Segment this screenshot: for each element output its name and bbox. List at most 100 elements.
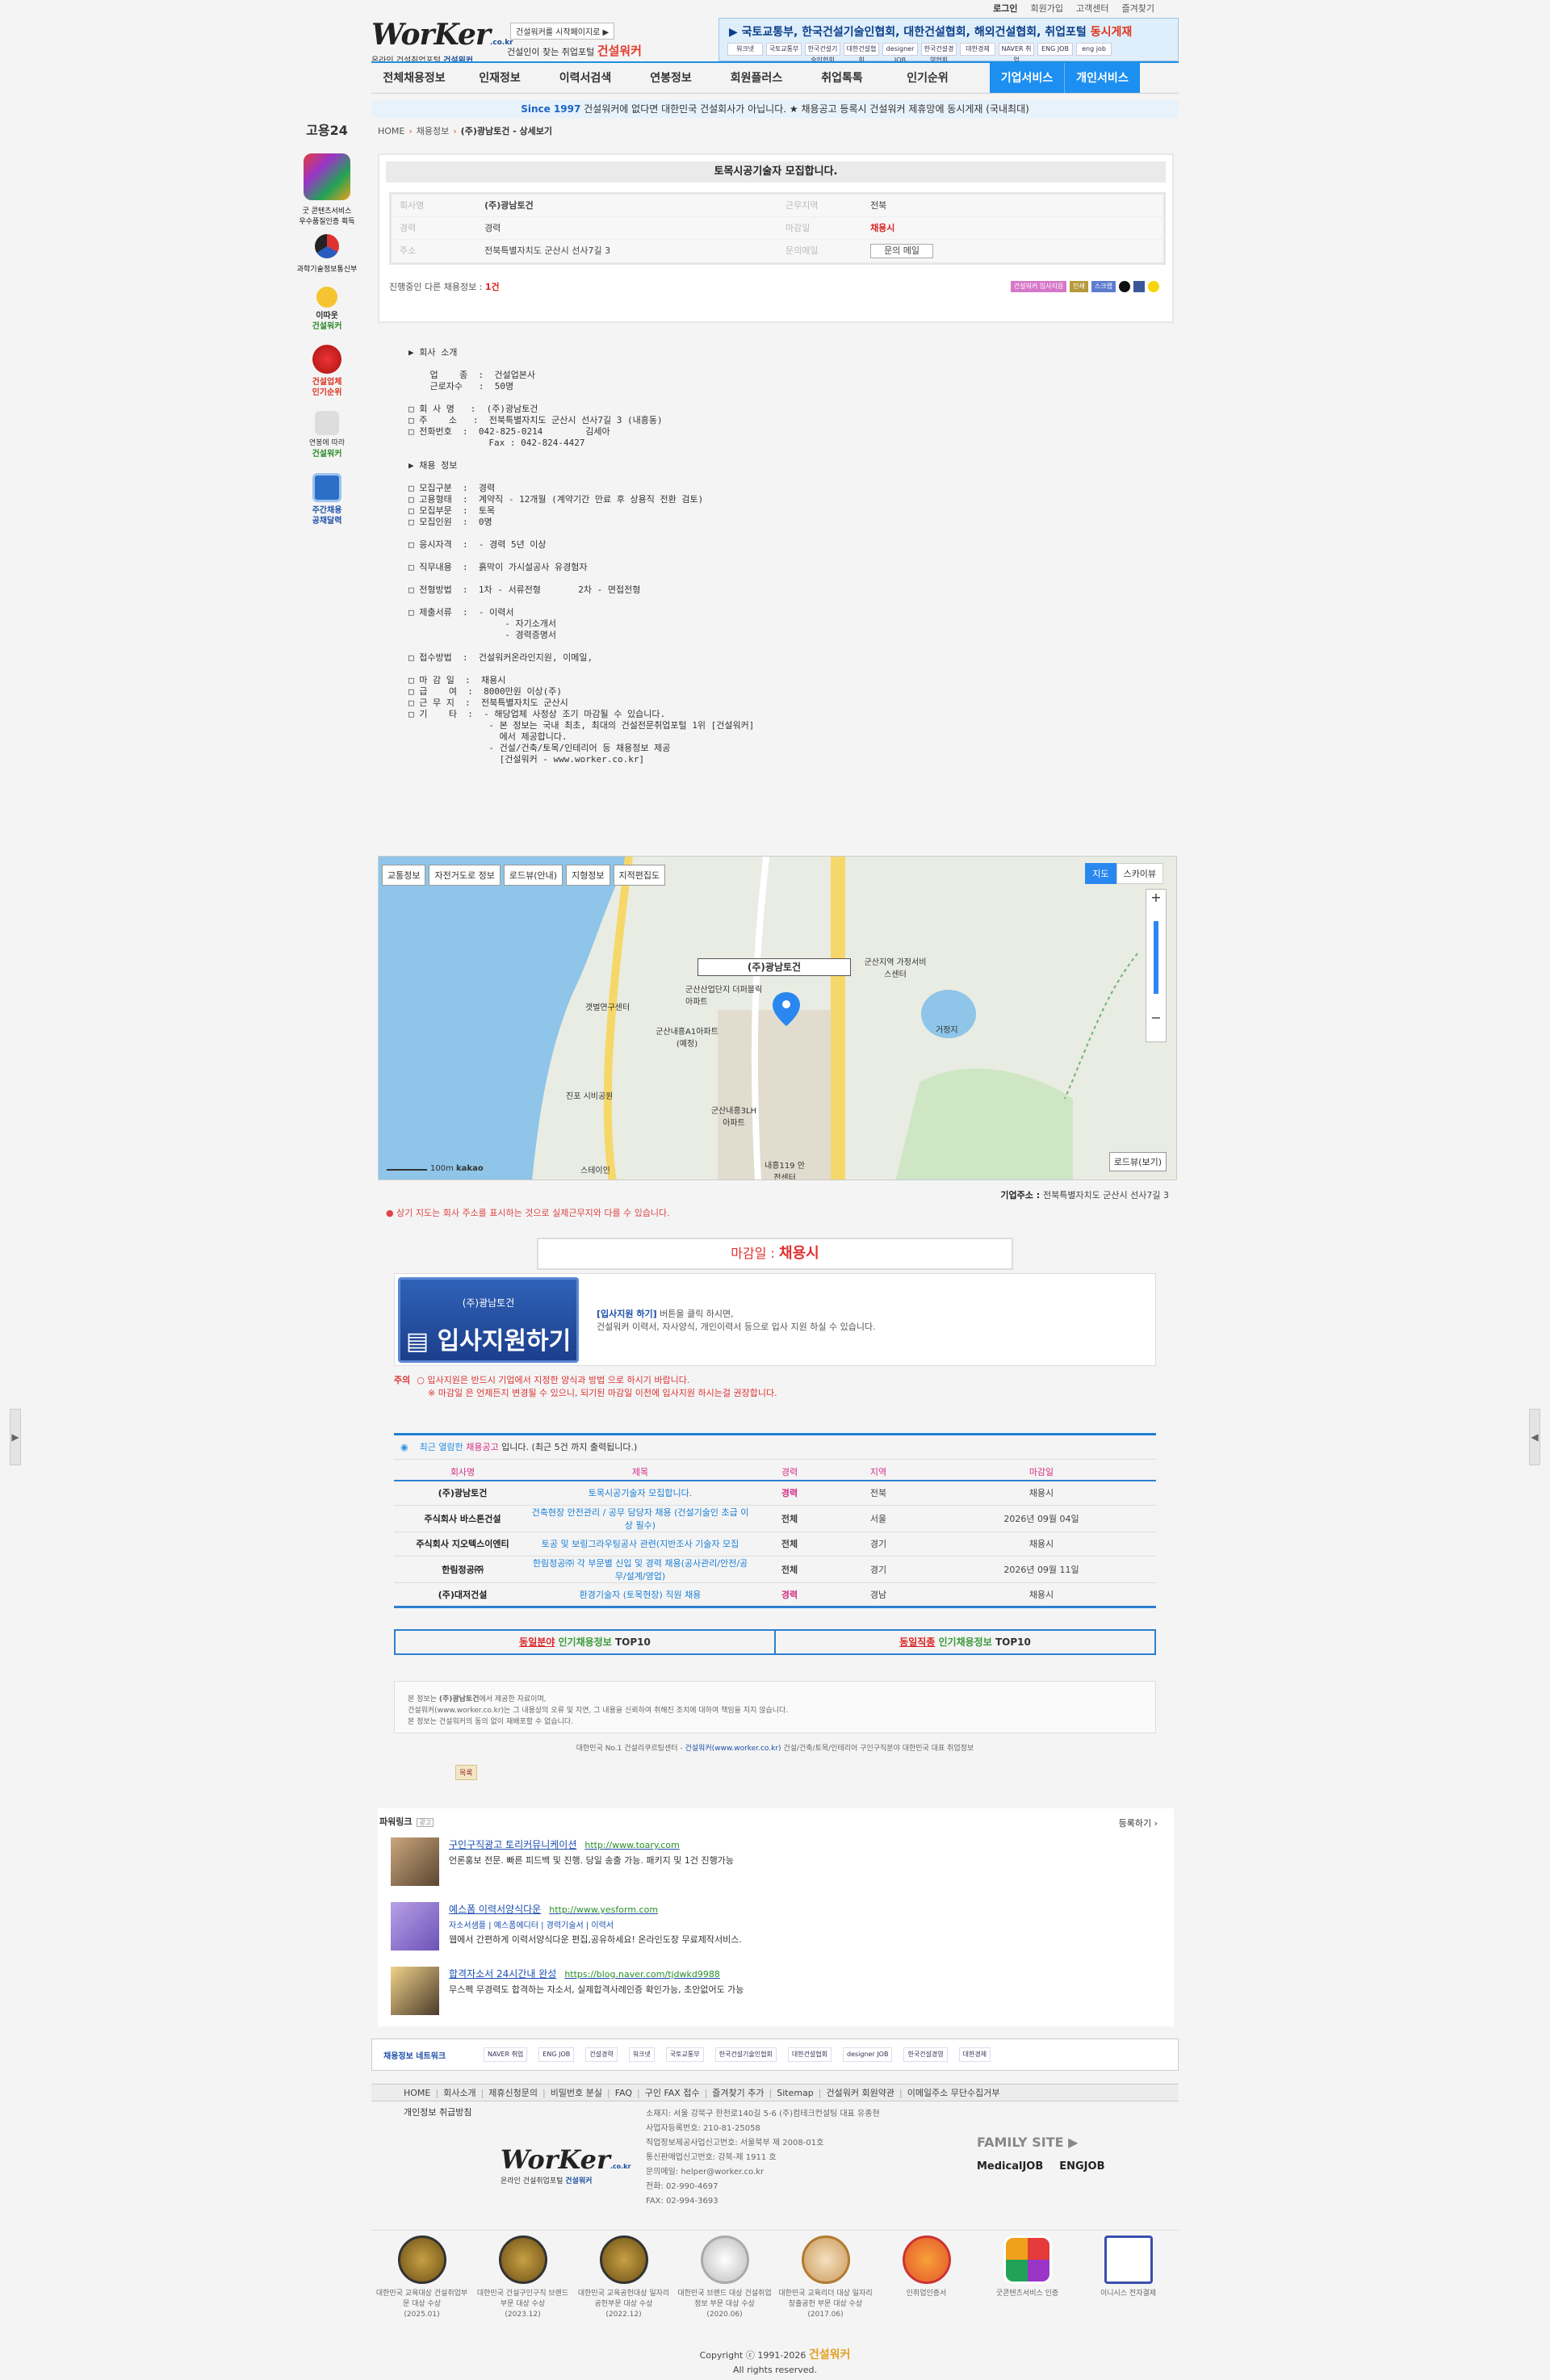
same-field-top10-tab[interactable]: 동일분야 인기채용정보 TOP10 (396, 1631, 776, 1653)
roadview-guide-button[interactable]: 로드뷰(안내) (503, 865, 563, 886)
ad-thumbnail[interactable] (391, 1967, 439, 2015)
row-company[interactable]: (주)광남토건 (394, 1481, 531, 1506)
nav-corporate-service[interactable]: 기업서비스 (990, 63, 1064, 93)
left-scroll-arrow-icon[interactable]: ▶ (10, 1409, 21, 1465)
login-link[interactable]: 로그인 (993, 2, 1017, 15)
partner-banner[interactable]: ▶ 국토교통부, 한국건설기술인협회, 대한건설협회, 해외건설협회, 취업포털… (718, 18, 1179, 64)
cadastral-layer-button[interactable]: 지적편집도 (613, 865, 666, 886)
inquiry-mail-button[interactable]: 문의 메일 (870, 244, 934, 258)
footer-link[interactable]: HOME (404, 2088, 430, 2098)
row-company[interactable]: 주식회사 지오텍스이엔티 (394, 1531, 531, 1557)
family-site-label[interactable]: FAMILY SITE ▶ (977, 2135, 1078, 2150)
table-row[interactable]: 한림정공㈜ 한림정공㈜ 각 부문별 신입 및 경력 채용(공사관리/안전/공무/… (394, 1556, 1156, 1583)
row-title[interactable]: 건축현장 안전관리 / 공무 담당자 채용 (건설기술인 초급 이상 필수) (531, 1505, 749, 1532)
partner-logo[interactable]: 대한경제 (958, 2047, 991, 2062)
who-label[interactable]: 이따웃 건설워커 (287, 311, 367, 332)
roadview-button[interactable]: 로드뷰(보기) (1108, 1152, 1167, 1171)
nav-talent[interactable]: 인재정보 (457, 63, 542, 93)
ad-register-link[interactable]: 등록하기 › (1119, 1816, 1158, 1829)
ad-title[interactable]: 예스폼 이력서양식다운 http://www.yesform.com (449, 1902, 658, 1916)
support-link[interactable]: 고객센터 (1076, 2, 1108, 15)
row-title[interactable]: 환경기술자 (토목현장) 직원 채용 (531, 1582, 749, 1608)
map-type-sky[interactable]: 스카이뷰 (1116, 863, 1163, 884)
table-row[interactable]: (주)대저건설 환경기술자 (토목현장) 직원 채용 경력 경남 채용시 (394, 1582, 1156, 1608)
x-share-icon[interactable] (1119, 281, 1130, 292)
calendar-icon[interactable] (312, 473, 341, 502)
ad-title[interactable]: 합격자소서 24시간내 완성 https://blog.naver.com/tjd… (449, 1967, 720, 1980)
rank-label[interactable]: 건설업체 인기순위 (287, 377, 367, 398)
nav-member-plus[interactable]: 회원플러스 (714, 63, 799, 93)
goyong24-logo[interactable]: 고용24 (287, 119, 367, 139)
zoom-slider[interactable] (1154, 921, 1158, 994)
apply-tool-button[interactable]: 건설워커 입사지원 (1010, 281, 1067, 292)
privacy-link[interactable]: 개인정보 취급방침 (404, 2106, 471, 2118)
nav-personal-service[interactable]: 개인서비스 (1064, 63, 1140, 93)
footer-link[interactable]: 건설워커 회원약관 (827, 2086, 894, 2099)
footer-link[interactable]: 비밀번호 분실 (551, 2086, 602, 2099)
terrain-layer-button[interactable]: 지형정보 (566, 865, 610, 886)
salary-label[interactable]: 연봉에 따라 건설워커 (287, 438, 367, 460)
footer-link[interactable]: 이메일주소 무단수집거부 (907, 2086, 1000, 2099)
bike-layer-button[interactable]: 자전거도로 정보 (429, 865, 501, 886)
footer-link[interactable]: 구인 FAX 접수 (645, 2086, 700, 2099)
partner-logo[interactable]: 건설경력 (585, 2047, 618, 2062)
location-map[interactable]: 교통정보 자전거도로 정보 로드뷰(안내) 지형정보 지적편집도 지도 스카이뷰… (378, 856, 1177, 1180)
engjob-logo[interactable]: ENGJOB (1059, 2160, 1104, 2173)
nav-all-jobs[interactable]: 전체채용정보 (371, 63, 457, 93)
partner-logo[interactable]: 한국건설경영 (903, 2047, 948, 2062)
footer-link[interactable]: 제휴신청문의 (488, 2086, 538, 2099)
map-type-map[interactable]: 지도 (1085, 863, 1116, 884)
start-page-badge[interactable]: 건설워커를 시작페이지로 ▶ (510, 23, 615, 40)
partner-logo[interactable]: 대한건설협회 (787, 2047, 832, 2062)
signup-link[interactable]: 회원가입 (1031, 2, 1063, 15)
bookmark-link[interactable]: 즐겨찾기 (1122, 2, 1154, 15)
footer-link[interactable]: FAQ (615, 2088, 632, 2098)
apply-button[interactable]: (주)광남토건 ▤ 입사지원하기 (398, 1277, 579, 1363)
site-logo[interactable]: WorKer.co.kr 온라인 건설취업포털 건설워커 (371, 18, 513, 65)
row-company[interactable]: 한림정공㈜ (394, 1556, 531, 1583)
partner-logo[interactable]: 국토교통부 (665, 2047, 704, 2062)
partner-logo[interactable]: ENG JOB (538, 2047, 575, 2062)
footer-link[interactable]: 회사소개 (443, 2086, 475, 2099)
partner-logo[interactable]: 한국건설기술인협회 (714, 2047, 777, 2062)
ladybug-icon[interactable] (312, 345, 341, 374)
breadcrumb-jobs[interactable]: 채용정보 (417, 126, 449, 136)
right-scroll-arrow-icon[interactable]: ◀ (1529, 1409, 1540, 1465)
row-title[interactable]: 한림정공㈜ 각 부문별 신입 및 경력 채용(공사관리/안전/공무/설계/영업) (531, 1556, 749, 1583)
partner-logo[interactable]: 워크넷 (628, 2047, 655, 2062)
row-company[interactable]: 주식회사 바스톤건설 (394, 1505, 531, 1532)
ad-sublinks[interactable]: 자소서샘플 | 예스폼에디터 | 경력기술서 | 이력서 (449, 1918, 614, 1930)
nav-job-talk[interactable]: 취업톡톡 (799, 63, 885, 93)
other-jobs-count[interactable]: 진행중인 다른 채용정보 : 1건 (389, 280, 500, 293)
print-button[interactable]: 인쇄 (1070, 281, 1088, 292)
nav-ranking[interactable]: 인기순위 (885, 63, 970, 93)
medicaljob-logo[interactable]: MedicalJOB (977, 2160, 1043, 2173)
breadcrumb-home[interactable]: HOME (378, 126, 404, 136)
table-row[interactable]: (주)광남토건 토목시공기술자 모집합니다. 경력 전북 채용시 (394, 1481, 1156, 1506)
partner-logo[interactable]: NAVER 취업 (484, 2047, 528, 2062)
zoom-control[interactable]: + − (1146, 889, 1167, 1042)
nav-salary[interactable]: 연봉정보 (628, 63, 714, 93)
money-icon[interactable] (315, 411, 339, 435)
ad-title[interactable]: 구인구직광고 토리커뮤니케이션 http://www.toary.com (449, 1837, 680, 1851)
list-button[interactable]: 목록 (455, 1765, 477, 1780)
nav-resume-search[interactable]: 이력서검색 (542, 63, 628, 93)
row-company[interactable]: (주)대저건설 (394, 1582, 531, 1608)
row-title[interactable]: 토목시공기술자 모집합니다. (531, 1481, 749, 1506)
kakao-share-icon[interactable] (1148, 281, 1159, 292)
info-line[interactable]: 문의메일: helper@worker.co.kr (646, 2165, 880, 2180)
trophy-icon[interactable] (316, 287, 337, 308)
table-row[interactable]: 주식회사 지오텍스이엔티 토공 및 보링그라우팅공사 관련(지반조사 기술자 모… (394, 1531, 1156, 1557)
ad-thumbnail[interactable] (391, 1837, 439, 1886)
table-row[interactable]: 주식회사 바스톤건설 건축현장 안전관리 / 공무 담당자 채용 (건설기술인 … (394, 1505, 1156, 1532)
ad-item[interactable]: 합격자소서 24시간내 완성 https://blog.naver.com/tjd… (391, 1967, 1117, 2015)
facebook-share-icon[interactable] (1133, 281, 1145, 292)
footer-link[interactable]: Sitemap (777, 2088, 814, 2098)
weekly-label[interactable]: 주간채용 공채달력 (287, 505, 367, 526)
traffic-layer-button[interactable]: 교통정보 (382, 865, 426, 886)
ad-item[interactable]: 구인구직광고 토리커뮤니케이션 http://www.toary.com 언론홍보… (391, 1837, 1117, 1886)
ad-item[interactable]: 예스폼 이력서양식다운 http://www.yesform.com 자소서샘플 … (391, 1902, 1117, 1951)
ad-thumbnail[interactable] (391, 1902, 439, 1951)
same-job-top10-tab[interactable]: 동일직종 인기채용정보 TOP10 (776, 1631, 1154, 1653)
row-title[interactable]: 토공 및 보링그라우팅공사 관련(지반조사 기술자 모집 (531, 1531, 749, 1557)
